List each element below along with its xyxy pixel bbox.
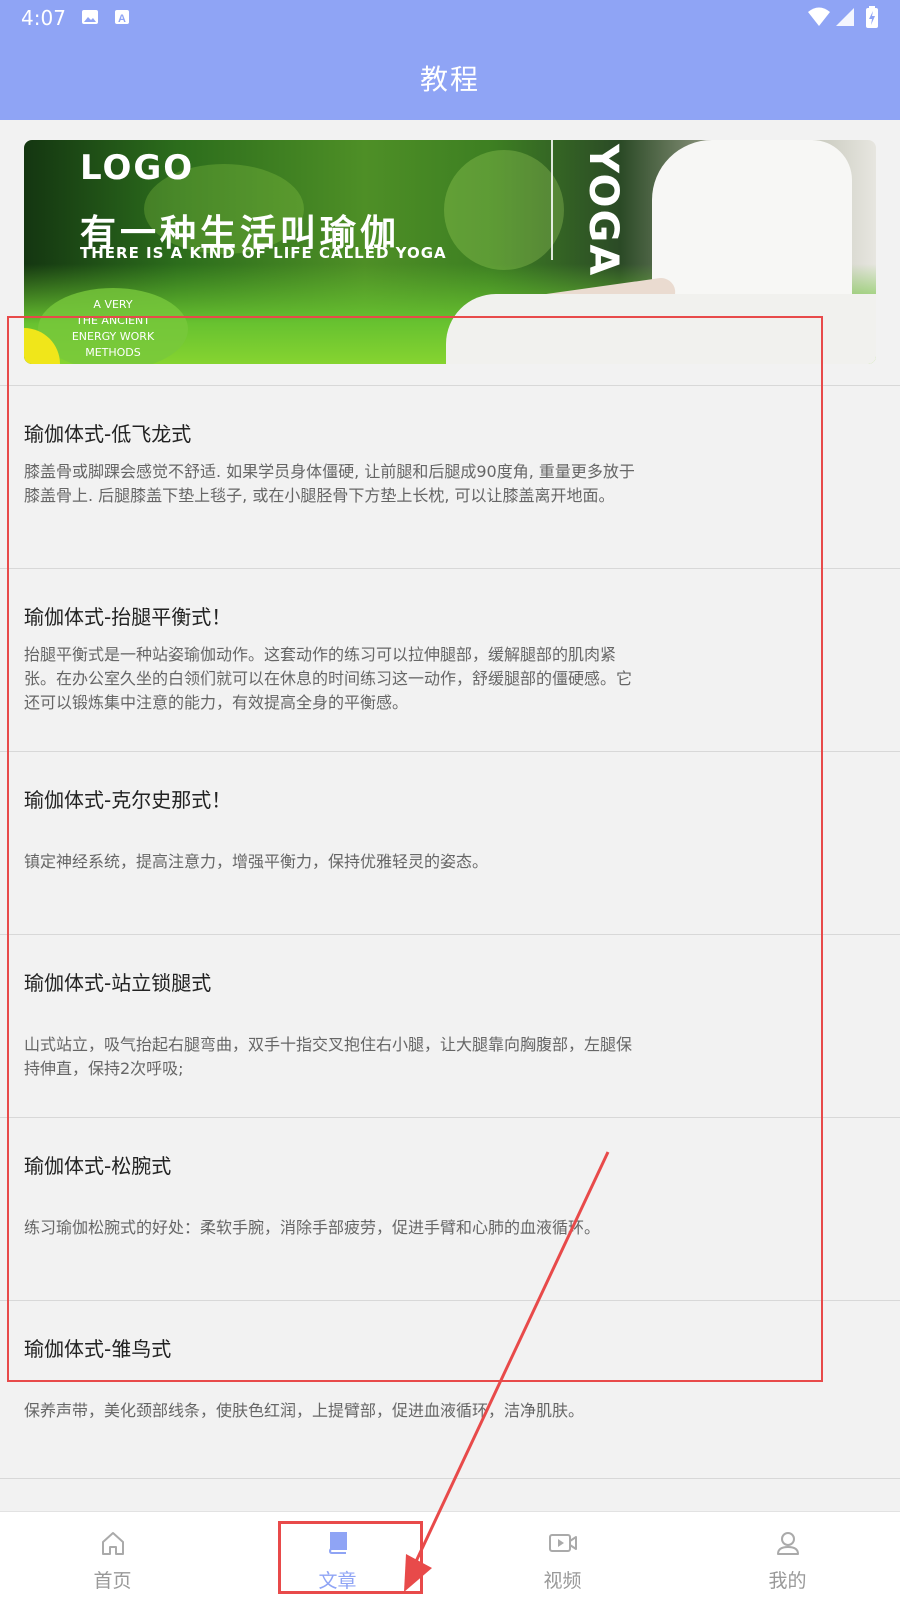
a-icon: A: [115, 10, 129, 25]
signal-icon: [836, 8, 854, 26]
status-bar: 4:07 A: [0, 0, 900, 36]
banner-badge-line: A VERY: [93, 298, 133, 311]
banner-logo: LOGO: [80, 148, 195, 188]
tab-mine[interactable]: 我的: [675, 1512, 900, 1601]
tab-video[interactable]: 视频: [450, 1512, 675, 1601]
article-desc: 保养声带，美化颈部线条，使肤色红润，上提臂部，促进血液循环，洁净肌肤。: [24, 1401, 585, 1420]
banner-bokeh: [444, 150, 564, 270]
home-icon: [101, 1532, 124, 1555]
banner-subheadline: THERE IS A KIND OF LIFE CALLED YOGA: [80, 244, 447, 262]
image-icon: [82, 10, 98, 24]
status-time: 4:07: [21, 6, 66, 30]
tab-label: 视频: [543, 1570, 582, 1592]
person-icon: [776, 1532, 799, 1555]
banner-divider: [551, 140, 553, 260]
header: 教程: [0, 36, 900, 120]
battery-icon: [866, 6, 878, 28]
video-icon: [548, 1534, 577, 1552]
wifi-icon: [808, 7, 830, 26]
svg-text:A: A: [118, 13, 126, 25]
tab-label: 我的: [768, 1570, 807, 1592]
annotation-tab-highlight: [278, 1521, 423, 1594]
banner-vertical-text: YOGA: [580, 144, 626, 278]
tab-label: 首页: [93, 1570, 132, 1592]
page-title: 教程: [419, 63, 480, 96]
tab-home[interactable]: 首页: [0, 1512, 225, 1601]
bottom-tab-bar: 首页 文章 视频 我的: [0, 1511, 900, 1601]
annotation-highlight-box: [7, 316, 823, 1382]
list-divider: [0, 1478, 900, 1479]
